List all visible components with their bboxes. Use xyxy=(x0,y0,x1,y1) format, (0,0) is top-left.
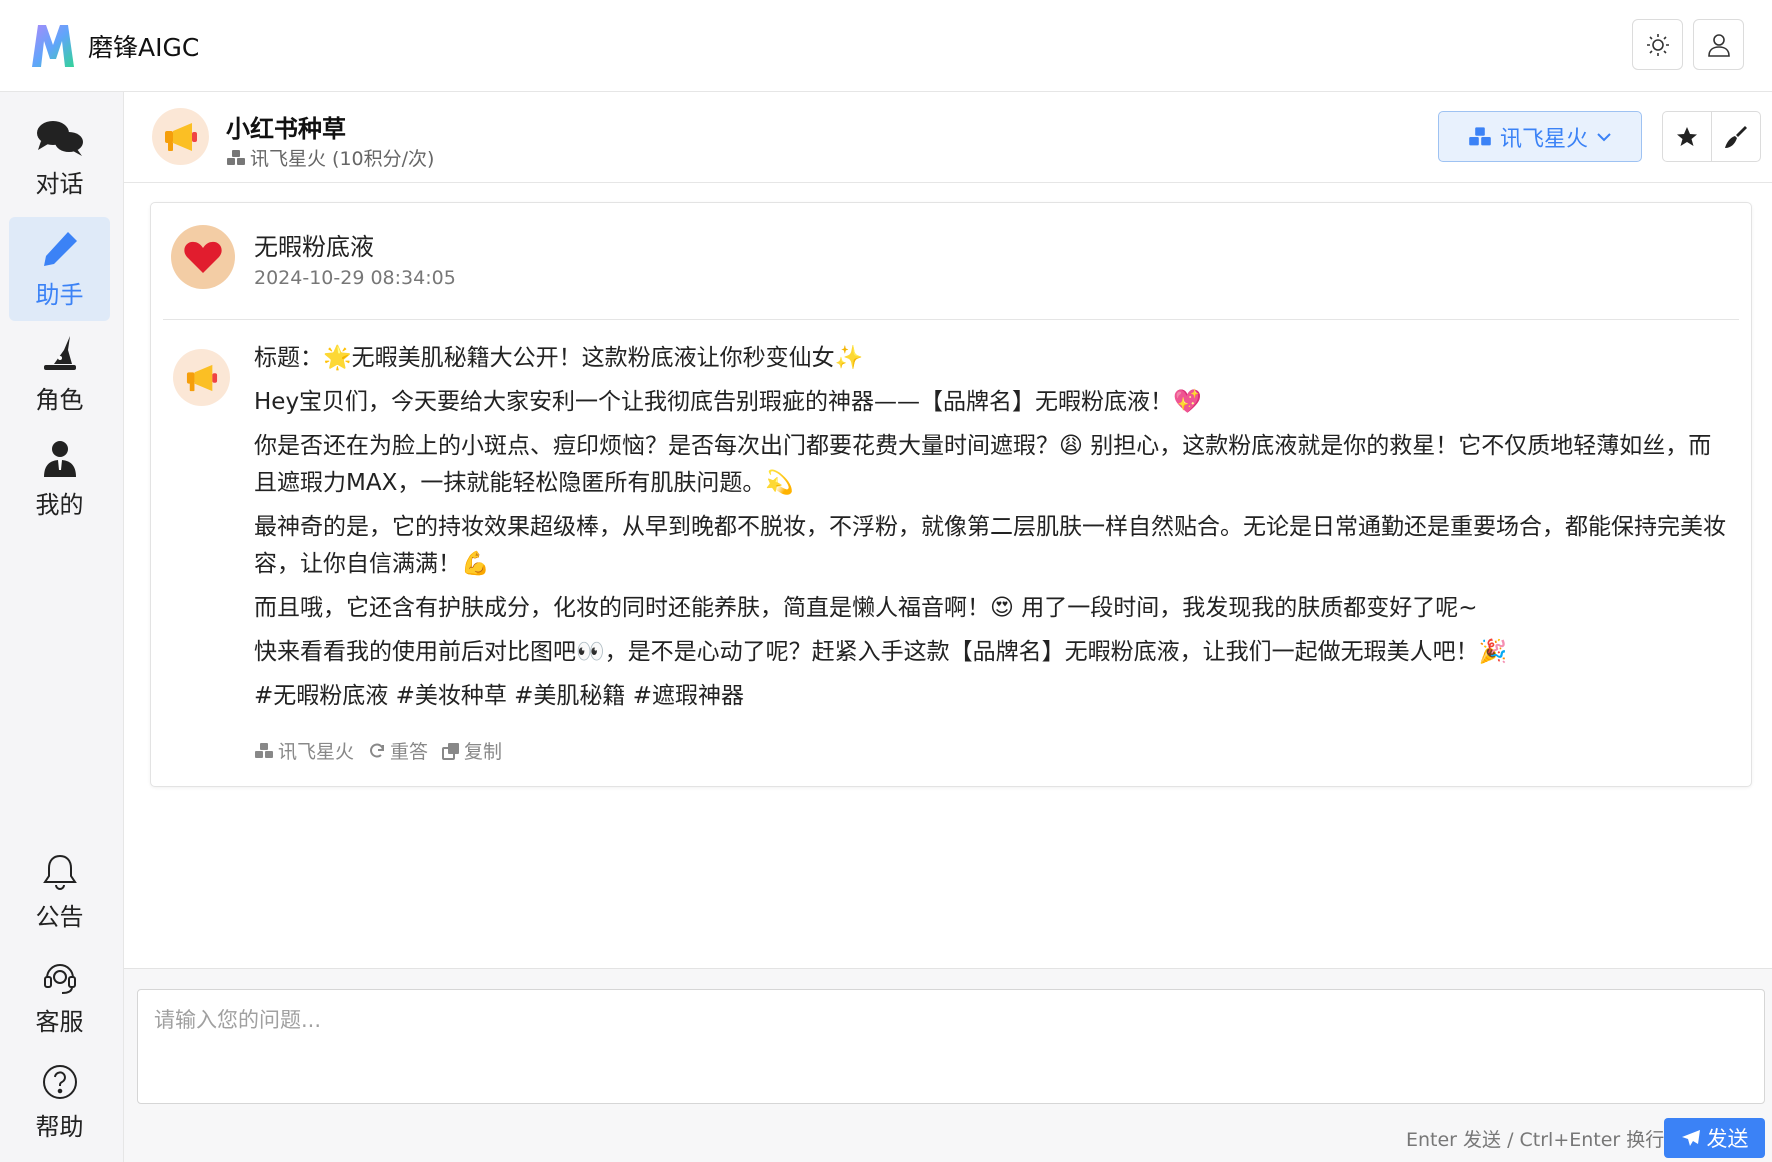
help-circle-icon xyxy=(42,1064,77,1099)
user-avatar xyxy=(171,225,235,289)
assistant-header: 小红书种草 讯飞星火 (10积分/次) 讯飞星火 xyxy=(124,92,1772,183)
input-area: Enter 发送 / Ctrl+Enter 换行 发送 xyxy=(124,968,1772,1162)
broom-icon xyxy=(1725,125,1747,148)
logo[interactable]: 磨锋AIGC xyxy=(28,21,199,71)
model-select-value: 讯飞星火 xyxy=(1499,126,1588,152)
sidebar-item-chat[interactable]: 对话 xyxy=(9,106,110,210)
assistant-reply-avatar xyxy=(173,349,230,406)
copy-button[interactable]: 复制 xyxy=(442,737,502,764)
favorite-button[interactable] xyxy=(1662,111,1712,162)
sidebar-item-label: 公告 xyxy=(35,902,84,931)
reply-model-label: 讯飞星火 xyxy=(254,737,354,764)
reply-paragraph: 最神奇的是，它的持妆效果超级棒，从早到晚都不脱妆，不浮粉，就像第二层肌肤一样自然… xyxy=(254,514,1726,577)
sidebar-item-label: 角色 xyxy=(35,385,84,414)
divider xyxy=(163,319,1739,320)
sidebar-item-label: 帮助 xyxy=(35,1112,84,1141)
megaphone-icon xyxy=(186,364,217,391)
cubes-icon xyxy=(1469,126,1491,145)
sidebar-item-label: 对话 xyxy=(35,169,84,198)
heart-icon xyxy=(184,241,222,273)
reply-paragraph: Hey宝贝们，今天要给大家安利一个让我彻底告别瑕疵的神器——【品牌名】无暇粉底液… xyxy=(254,389,1202,415)
sidebar-item-assistant[interactable]: 助手 xyxy=(9,217,110,321)
user-tie-icon xyxy=(43,440,76,477)
bell-icon xyxy=(42,854,77,890)
message-card: 无暇粉底液 2024-10-29 08:34:05 标题：🌟无暇美肌秘籍大公开！… xyxy=(150,202,1752,787)
top-header: 磨锋AIGC xyxy=(0,0,1772,92)
sidebar-item-support[interactable]: 客服 xyxy=(9,945,110,1049)
keyboard-hint: Enter 发送 / Ctrl+Enter 换行 xyxy=(1406,1129,1665,1151)
retry-label: 重答 xyxy=(390,741,429,763)
chat-bubbles-icon xyxy=(36,120,83,156)
reply-paragraph: #无暇粉底液 #美妆种草 #美肌秘籍 #遮瑕神器 xyxy=(254,683,745,709)
question-input[interactable] xyxy=(137,989,1765,1104)
sidebar-item-label: 客服 xyxy=(35,1007,84,1036)
sidebar: 对话 助手 角色 我的 公告 客服 帮助 xyxy=(0,92,124,1162)
logo-m-icon xyxy=(32,24,74,67)
headset-icon xyxy=(43,963,76,994)
assistant-name: 小红书种草 xyxy=(226,115,346,143)
brand-name: 磨锋AIGC xyxy=(88,32,200,62)
star-icon xyxy=(1677,126,1697,146)
account-button[interactable] xyxy=(1693,19,1744,70)
sidebar-item-help[interactable]: 帮助 xyxy=(9,1050,110,1154)
assistant-avatar xyxy=(152,108,209,165)
assistant-meta: 讯飞星火 (10积分/次) xyxy=(226,144,434,171)
reply-paragraph: 标题：🌟无暇美肌秘籍大公开！这款粉底液让你秒变仙女✨ xyxy=(254,345,864,371)
sun-icon xyxy=(1646,33,1669,56)
reply-paragraph: 快来看看我的使用前后对比图吧👀，是不是心动了呢？赶紧入手这款【品牌名】无暇粉底液… xyxy=(254,639,1508,665)
assistant-reply: 标题：🌟无暇美肌秘籍大公开！这款粉底液让你秒变仙女✨ Hey宝贝们，今天要给大家… xyxy=(254,340,1734,722)
cubes-icon xyxy=(255,742,273,758)
message-timestamp: 2024-10-29 08:34:05 xyxy=(254,267,456,289)
reply-actions: 讯飞星火 重答 复制 xyxy=(254,737,502,764)
sidebar-item-label: 助手 xyxy=(35,280,84,309)
sidebar-item-roles[interactable]: 角色 xyxy=(9,322,110,426)
theme-toggle-button[interactable] xyxy=(1632,19,1683,70)
reply-paragraph: 你是否还在为脸上的小斑点、痘印烦恼？是否每次出门都要花费大量时间遮瑕？😩 别担心… xyxy=(254,433,1712,496)
sidebar-item-announcement[interactable]: 公告 xyxy=(9,840,110,944)
sidebar-item-mine[interactable]: 我的 xyxy=(9,427,110,531)
reply-model-name: 讯飞星火 xyxy=(278,741,355,763)
user-message-text: 无暇粉底液 xyxy=(254,233,374,261)
clear-chat-button[interactable] xyxy=(1711,111,1761,162)
megaphone-icon xyxy=(164,122,197,151)
wizard-hat-icon xyxy=(43,335,76,370)
chevron-down-icon xyxy=(1597,132,1611,141)
sidebar-item-label: 我的 xyxy=(35,490,84,519)
refresh-icon xyxy=(370,743,385,757)
pencil-icon xyxy=(43,231,77,266)
model-select[interactable]: 讯飞星火 xyxy=(1438,111,1642,162)
cubes-icon xyxy=(227,149,245,165)
reply-paragraph: 而且哦，它还含有护肤成分，化妆的同时还能养肤，简直是懒人福音啊！😍 用了一段时间… xyxy=(254,595,1478,621)
send-label: 发送 xyxy=(1706,1128,1749,1151)
send-button[interactable]: 发送 xyxy=(1664,1118,1765,1158)
assistant-model-cost: 讯飞星火 (10积分/次) xyxy=(250,148,435,170)
paper-plane-icon xyxy=(1681,1130,1700,1146)
copy-label: 复制 xyxy=(464,741,503,763)
copy-icon xyxy=(442,742,460,760)
retry-button[interactable]: 重答 xyxy=(368,737,428,764)
user-icon xyxy=(1707,33,1730,57)
